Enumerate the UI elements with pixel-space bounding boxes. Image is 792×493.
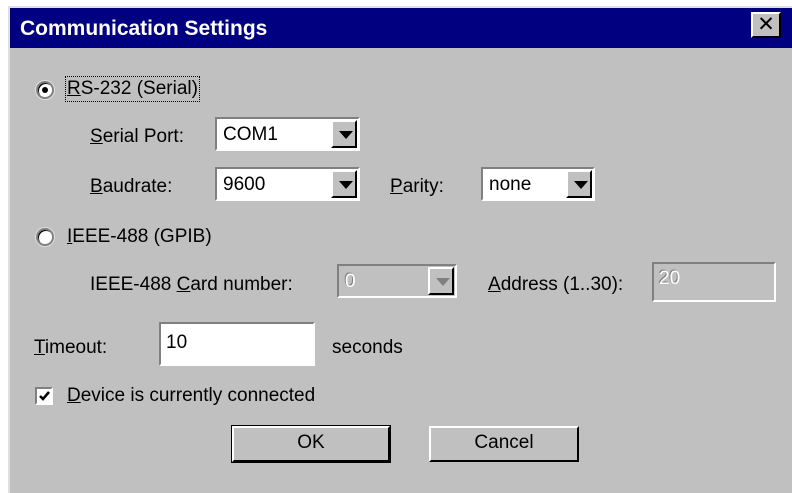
cancel-button[interactable]: Cancel bbox=[429, 426, 579, 462]
serial-port-value: COM1 bbox=[223, 124, 278, 145]
chevron-down-icon bbox=[339, 181, 353, 189]
gpib-radio[interactable] bbox=[36, 228, 54, 246]
title-bar: Communication Settings bbox=[10, 8, 792, 48]
gpib-radio-label[interactable]: IEEE-488 (GPIB) bbox=[67, 226, 212, 248]
chevron-down-icon bbox=[339, 131, 353, 139]
serial-port-dropdown-button[interactable] bbox=[331, 120, 357, 148]
card-number-select[interactable]: 0 bbox=[337, 264, 457, 298]
card-number-dropdown-button[interactable] bbox=[428, 267, 454, 295]
rs232-radio-label[interactable]: RS-232 (Serial) bbox=[65, 76, 200, 102]
device-connected-label[interactable]: Device is currently connected bbox=[67, 385, 315, 407]
parity-select[interactable]: none bbox=[481, 167, 595, 201]
card-number-value: 0 bbox=[345, 271, 356, 292]
checkmark-icon bbox=[39, 391, 50, 401]
window-title: Communication Settings bbox=[20, 17, 268, 40]
serial-port-select[interactable]: COM1 bbox=[215, 117, 360, 151]
serial-port-label: Serial Port: bbox=[90, 126, 184, 147]
address-field[interactable]: 20 bbox=[652, 262, 776, 302]
baudrate-dropdown-button[interactable] bbox=[331, 170, 357, 198]
rs232-radio[interactable] bbox=[36, 81, 54, 99]
timeout-label: Timeout: bbox=[34, 337, 108, 358]
baudrate-select[interactable]: 9600 bbox=[215, 167, 360, 201]
baudrate-label: Baudrate: bbox=[90, 176, 173, 197]
radio-selected-dot bbox=[42, 87, 48, 93]
close-button[interactable]: ✕ bbox=[751, 12, 781, 38]
timeout-field[interactable]: 10 bbox=[159, 322, 315, 366]
close-icon: ✕ bbox=[757, 13, 775, 36]
card-number-label: IEEE-488 Card number: bbox=[90, 274, 293, 295]
baudrate-value: 9600 bbox=[223, 174, 266, 195]
timeout-unit: seconds bbox=[332, 337, 403, 358]
address-value: 20 bbox=[659, 268, 681, 289]
address-label: Address (1..30): bbox=[488, 274, 624, 295]
parity-value: none bbox=[489, 174, 532, 195]
device-connected-checkbox[interactable] bbox=[35, 387, 53, 405]
chevron-down-icon bbox=[436, 278, 450, 286]
parity-dropdown-button[interactable] bbox=[566, 170, 592, 198]
parity-label: Parity: bbox=[390, 176, 444, 197]
chevron-down-icon bbox=[574, 181, 588, 189]
timeout-value: 10 bbox=[166, 332, 188, 353]
ok-button[interactable]: OK bbox=[231, 425, 391, 463]
